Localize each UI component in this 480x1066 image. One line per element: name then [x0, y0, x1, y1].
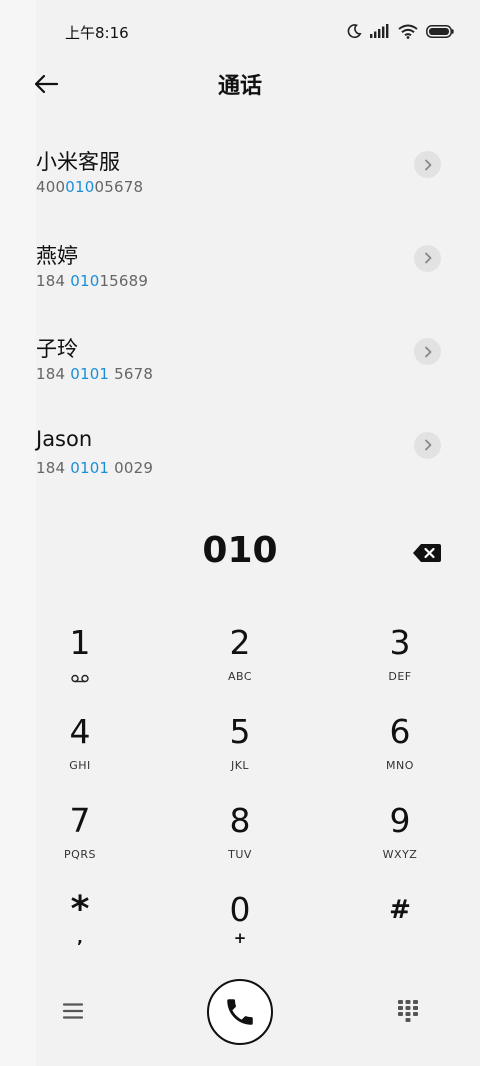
key-1[interactable]: 1: [20, 624, 140, 704]
contact-name: 燕婷: [36, 243, 78, 268]
key-digit: 4: [69, 712, 91, 751]
key-letters: TUV: [228, 848, 252, 861]
key-digit: 2: [229, 623, 251, 662]
contact-result-row[interactable]: 小米客服 40001005678: [0, 130, 480, 224]
number-match: 0101: [70, 458, 110, 477]
backspace-button[interactable]: [412, 543, 442, 563]
status-icons: [346, 22, 454, 40]
phone-screen: 上午8:16 通话 小米客服 40001005678 燕婷 184 010156…: [0, 0, 480, 1066]
key-digit: 9: [389, 801, 411, 840]
wifi-icon: [398, 24, 418, 39]
number-suffix: 05678: [94, 178, 144, 196]
contact-result-row[interactable]: 燕婷 184 01015689: [0, 224, 480, 318]
phone-icon: [227, 999, 253, 1025]
chevron-right-icon: [424, 252, 431, 264]
number-prefix: 184: [36, 458, 71, 477]
contact-number: 184 0101 0029: [36, 459, 153, 477]
dialpad-icon: [398, 1000, 418, 1022]
status-bar: 上午8:16: [0, 0, 480, 62]
call-button[interactable]: [207, 979, 273, 1045]
key-letters: +: [233, 929, 247, 947]
voicemail-icon: [71, 668, 89, 687]
number-prefix: 184: [36, 365, 71, 383]
key-digit: 1: [69, 623, 91, 662]
contact-name: 小米客服: [36, 150, 120, 174]
key-star[interactable]: * ,: [20, 891, 140, 971]
number-match: 010: [65, 178, 95, 196]
key-digit: 6: [389, 712, 411, 751]
key-letters: GHI: [69, 759, 91, 772]
battery-icon: [426, 24, 454, 38]
key-digit: *: [70, 889, 90, 930]
key-2[interactable]: 2 ABC: [180, 624, 300, 704]
header: 通话: [0, 62, 480, 106]
contact-name: Jason: [36, 426, 93, 451]
number-match: 010: [70, 271, 100, 290]
chevron-right-icon: [424, 439, 431, 451]
key-digit: 5: [229, 712, 251, 751]
key-0[interactable]: 0 +: [180, 891, 300, 971]
key-4[interactable]: 4 GHI: [20, 713, 140, 793]
key-hash[interactable]: #: [340, 891, 460, 971]
number-suffix: 0029: [109, 458, 154, 477]
key-3[interactable]: 3 DEF: [340, 624, 460, 704]
chevron-right-icon: [424, 159, 431, 170]
number-prefix: 184: [36, 271, 71, 290]
signal-icon: [370, 24, 390, 38]
key-letters: ABC: [227, 670, 253, 683]
dialpad-toggle-button[interactable]: [396, 998, 420, 1026]
key-5[interactable]: 5 JKL: [180, 713, 300, 793]
number-suffix: 15689: [99, 271, 149, 290]
contact-detail-button[interactable]: [414, 338, 441, 365]
key-letters: MNO: [386, 759, 414, 772]
chevron-right-icon: [424, 346, 431, 357]
key-digit: 8: [229, 801, 251, 840]
key-letters: ,: [77, 929, 83, 947]
contact-detail-button[interactable]: [414, 151, 441, 178]
key-digit: 3: [389, 623, 411, 662]
contact-results-list: 小米客服 40001005678 燕婷 184 01015689 子玲 184 …: [0, 130, 480, 504]
contact-result-row[interactable]: Jason 184 0101 0029: [0, 411, 480, 505]
backspace-icon: [413, 544, 441, 562]
key-letters: PQRS: [64, 848, 96, 861]
status-time: 上午8:16: [65, 24, 129, 42]
page-title: 通话: [217, 74, 262, 99]
number-prefix: 400: [36, 178, 66, 196]
contact-result-row[interactable]: 子玲 184 0101 5678: [0, 317, 480, 411]
contact-name: 子玲: [36, 337, 78, 361]
key-7[interactable]: 7 PQRS: [20, 802, 140, 882]
key-digit: #: [389, 895, 411, 925]
key-9[interactable]: 9 WXYZ: [340, 802, 460, 882]
dialed-number-display: 010: [202, 530, 278, 571]
contact-number: 40001005678: [36, 178, 143, 196]
key-6[interactable]: 6 MNO: [340, 713, 460, 793]
menu-button[interactable]: [60, 998, 86, 1024]
key-letters: DEF: [388, 670, 412, 683]
contact-number: 184 0101 5678: [36, 365, 153, 383]
moon-icon: [346, 23, 362, 39]
key-8[interactable]: 8 TUV: [180, 802, 300, 882]
contact-detail-button[interactable]: [414, 431, 441, 459]
key-letters: WXYZ: [382, 848, 418, 861]
key-digit: 7: [69, 801, 91, 840]
bottom-bar: [0, 976, 480, 1048]
key-letters: JKL: [230, 759, 250, 772]
contact-detail-button[interactable]: [414, 244, 441, 272]
number-suffix: 5678: [109, 365, 154, 383]
key-digit: 0: [229, 890, 251, 929]
menu-icon: [62, 1003, 84, 1019]
contact-number: 184 01015689: [36, 272, 148, 290]
number-match: 0101: [70, 365, 110, 383]
